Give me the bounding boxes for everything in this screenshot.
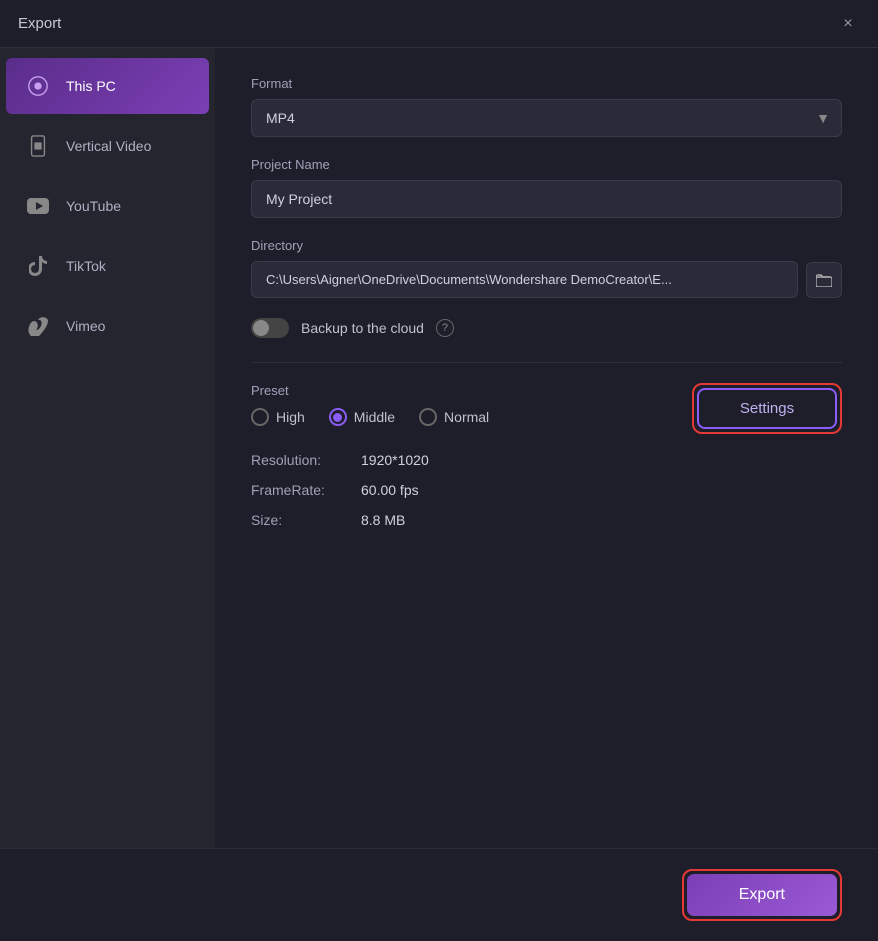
sidebar-item-tiktok[interactable]: TikTok [6, 238, 209, 294]
directory-row: C:\Users\Aigner\OneDrive\Documents\Wonde… [251, 261, 842, 298]
size-value: 8.8 MB [361, 512, 405, 528]
sidebar-item-vimeo[interactable]: Vimeo [6, 298, 209, 354]
radio-outer-high [251, 408, 269, 426]
resolution-key: Resolution: [251, 452, 361, 468]
format-label: Format [251, 76, 842, 91]
close-button[interactable]: × [836, 12, 860, 36]
radio-outer-middle [329, 408, 347, 426]
info-resolution-row: Resolution: 1920*1020 [251, 452, 842, 468]
project-name-label: Project Name [251, 157, 842, 172]
title-bar: Export × [0, 0, 878, 48]
directory-input[interactable]: C:\Users\Aigner\OneDrive\Documents\Wonde… [251, 261, 798, 298]
sidebar-item-this-pc[interactable]: This PC [6, 58, 209, 114]
vimeo-icon [24, 312, 52, 340]
radio-label-normal: Normal [444, 409, 489, 425]
youtube-icon [24, 192, 52, 220]
info-size-row: Size: 8.8 MB [251, 512, 842, 528]
help-icon[interactable]: ? [436, 319, 454, 337]
sidebar-item-youtube[interactable]: YouTube [6, 178, 209, 234]
browse-button[interactable] [806, 262, 842, 298]
radio-high[interactable]: High [251, 408, 305, 426]
sidebar-label-youtube: YouTube [66, 198, 121, 214]
settings-button-wrapper: Settings [692, 383, 842, 434]
size-key: Size: [251, 512, 361, 528]
export-panel: Format MP4 MOV AVI MKV ▼ Project Name Di… [215, 48, 878, 848]
this-pc-icon [24, 72, 52, 100]
project-name-input[interactable] [251, 180, 842, 218]
main-content: This PC Vertical Video YouTube [0, 48, 878, 848]
tiktok-icon [24, 252, 52, 280]
preset-label: Preset [251, 383, 489, 398]
radio-inner-middle [333, 413, 342, 422]
preset-left: Preset High Middle [251, 383, 489, 426]
export-area: Export [0, 848, 878, 941]
backup-label: Backup to the cloud [301, 320, 424, 336]
backup-row: Backup to the cloud ? [251, 318, 842, 338]
settings-button[interactable]: Settings [697, 388, 837, 429]
info-grid: Resolution: 1920*1020 FrameRate: 60.00 f… [251, 452, 842, 528]
radio-normal[interactable]: Normal [419, 408, 489, 426]
sidebar-label-tiktok: TikTok [66, 258, 106, 274]
format-select-wrapper: MP4 MOV AVI MKV ▼ [251, 99, 842, 137]
backup-toggle[interactable] [251, 318, 289, 338]
resolution-value: 1920*1020 [361, 452, 429, 468]
radio-outer-normal [419, 408, 437, 426]
sidebar-label-vertical-video: Vertical Video [66, 138, 151, 154]
preset-header: Preset High Middle [251, 383, 842, 434]
preset-radio-group: High Middle Normal [251, 408, 489, 426]
divider [251, 362, 842, 363]
vertical-video-icon [24, 132, 52, 160]
radio-label-middle: Middle [354, 409, 395, 425]
radio-label-high: High [276, 409, 305, 425]
info-framerate-row: FrameRate: 60.00 fps [251, 482, 842, 498]
toggle-knob [253, 320, 269, 336]
dialog-title: Export [18, 15, 61, 32]
export-button-wrapper: Export [682, 869, 842, 921]
framerate-value: 60.00 fps [361, 482, 419, 498]
directory-label: Directory [251, 238, 842, 253]
sidebar-item-vertical-video[interactable]: Vertical Video [6, 118, 209, 174]
sidebar-label-vimeo: Vimeo [66, 318, 105, 334]
export-button[interactable]: Export [687, 874, 837, 916]
radio-middle[interactable]: Middle [329, 408, 395, 426]
format-select[interactable]: MP4 MOV AVI MKV [251, 99, 842, 137]
framerate-key: FrameRate: [251, 482, 361, 498]
sidebar: This PC Vertical Video YouTube [0, 48, 215, 848]
sidebar-label-this-pc: This PC [66, 78, 116, 94]
